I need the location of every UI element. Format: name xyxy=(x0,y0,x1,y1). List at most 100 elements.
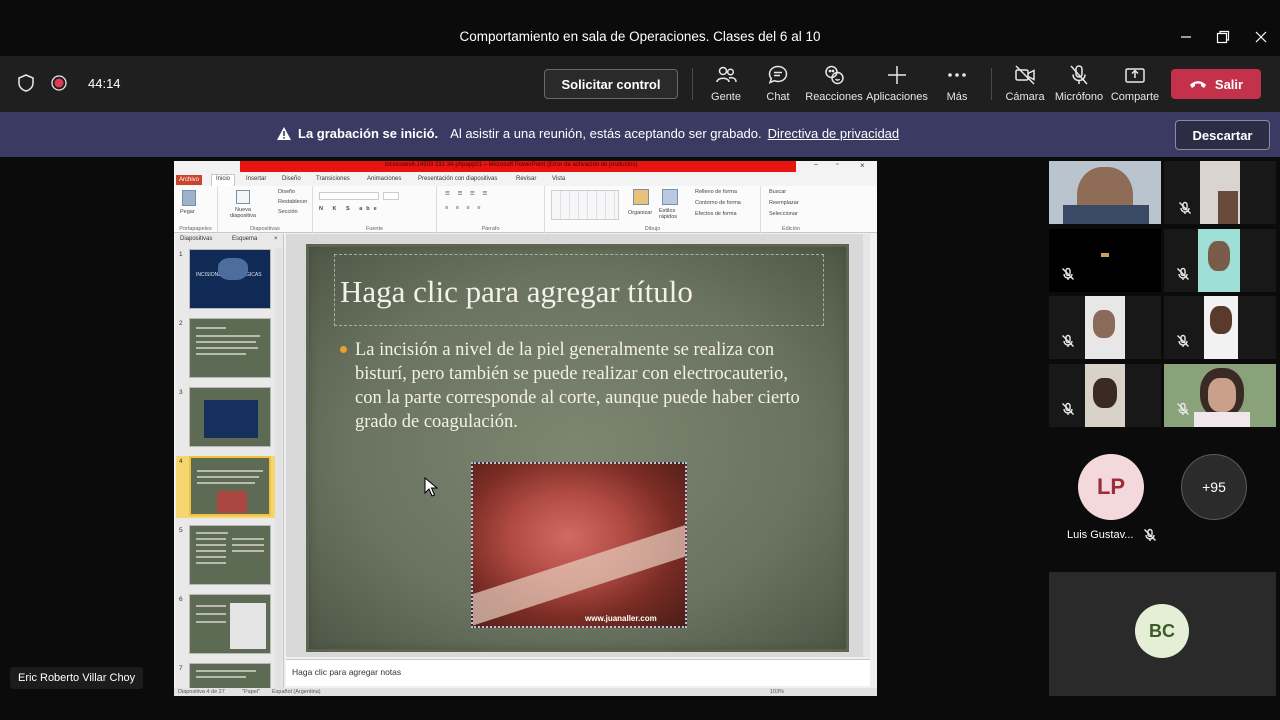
muted-indicator xyxy=(1178,201,1192,215)
muted-indicator xyxy=(1061,334,1075,348)
panel-tab-outline[interactable]: Esquema xyxy=(232,236,257,242)
ppt-close-icon: × xyxy=(860,161,865,170)
align-buttons[interactable]: ≡ ≡ ≡ ≡ xyxy=(445,205,483,211)
slide-thumbnail-row[interactable]: 2 xyxy=(176,318,276,380)
slide-thumbnail-selected[interactable] xyxy=(189,456,271,516)
minimize-button[interactable] xyxy=(1172,24,1200,50)
slide-body-text[interactable]: La incisión a nivel de la piel generalme… xyxy=(355,338,805,434)
list-buttons[interactable]: ☰ ☰ ☰ ☰ xyxy=(445,191,490,197)
slide-count: Diapositiva 4 de 27 xyxy=(178,689,225,695)
slide-thumbnail[interactable] xyxy=(189,387,271,447)
participant-video xyxy=(1218,191,1238,224)
share-icon xyxy=(1125,68,1145,83)
mic-off-icon xyxy=(1179,201,1191,214)
restore-icon xyxy=(1216,30,1230,44)
layout-label: Diseño xyxy=(278,189,296,195)
ppt-tab-insertar: Insertar xyxy=(246,176,267,182)
participant-video-tile[interactable] xyxy=(1049,161,1161,224)
mic-off-icon xyxy=(1062,334,1074,347)
recording-message: La grabación se inició. Al asistir a una… xyxy=(276,126,899,141)
slide-thumbnail[interactable]: INCISIONES QUIRÚRGICAS xyxy=(189,249,271,309)
more-button[interactable]: Más xyxy=(924,64,990,106)
participant-video-tile[interactable] xyxy=(1049,364,1161,427)
font-format-buttons[interactable]: N K S abe xyxy=(319,206,381,212)
participant-video xyxy=(1101,253,1109,257)
slide-thumbnail-row[interactable]: 3 xyxy=(176,387,276,449)
self-video-tile[interactable]: BC xyxy=(1049,572,1276,696)
reactions-button[interactable]: Reacciones xyxy=(801,64,867,106)
meeting-status: 44:14 xyxy=(16,73,121,93)
slide-title[interactable]: Haga clic para agregar título xyxy=(340,274,693,310)
slide-thumbnail-row[interactable]: 1 INCISIONES QUIRÚRGICAS xyxy=(176,249,276,311)
leave-button[interactable]: Salir xyxy=(1171,69,1261,99)
close-window-button[interactable] xyxy=(1247,24,1275,50)
panel-close-icon[interactable]: × xyxy=(274,236,278,242)
plus-icon xyxy=(888,66,906,84)
participant-video-tile[interactable] xyxy=(1164,161,1276,224)
ribbon-group-font: N K S abe Fuente xyxy=(313,186,437,233)
close-icon xyxy=(1255,31,1267,43)
ppt-file-tab: Archivo xyxy=(176,175,202,185)
zoom-level[interactable]: 103% xyxy=(770,689,784,695)
request-control-button[interactable]: Solicitar control xyxy=(544,69,678,99)
slide-thumbnail[interactable] xyxy=(189,663,271,689)
chat-label: Chat xyxy=(766,91,790,103)
notes-pane[interactable]: Haga clic para agregar notas xyxy=(286,659,870,686)
slide-thumbnail-row[interactable]: 5 xyxy=(176,525,276,587)
participant-video xyxy=(1208,378,1236,412)
more-participants-button[interactable]: +95 xyxy=(1181,454,1247,520)
chat-icon xyxy=(768,65,788,84)
muted-indicator xyxy=(1061,402,1075,416)
section-label: Sección xyxy=(278,209,298,215)
surgical-incision-image[interactable]: www.juanaller.com xyxy=(471,462,687,628)
current-slide[interactable]: Haga clic para agregar título La incisió… xyxy=(306,244,849,652)
panel-tab-slides[interactable]: Diapositivas xyxy=(180,236,212,242)
participant-video-tile[interactable] xyxy=(1164,296,1276,359)
font-size-field[interactable] xyxy=(383,192,399,200)
slide-thumbnail-row[interactable]: 6 xyxy=(176,594,276,656)
participant-video xyxy=(1093,310,1115,338)
thumbnail-number: 1 xyxy=(179,251,183,258)
slide-scrollbar[interactable] xyxy=(863,234,870,657)
shape-effects-label: Efectos de forma xyxy=(695,211,737,217)
slide-thumbnail-panel: Diapositivas Esquema × 1 INCISIONES QUIR… xyxy=(176,234,284,689)
restore-button[interactable] xyxy=(1209,24,1237,50)
slide-thumbnail[interactable] xyxy=(189,525,271,585)
warning-icon xyxy=(277,127,291,140)
shapes-gallery[interactable] xyxy=(551,190,619,220)
new-slide-icon xyxy=(236,190,250,204)
slide-editor: Haga clic para agregar título La incisió… xyxy=(286,234,870,657)
apps-button[interactable]: Aplicaciones xyxy=(864,64,930,106)
privacy-policy-link[interactable]: Directiva de privacidad xyxy=(768,126,900,141)
dismiss-button[interactable]: Descartar xyxy=(1175,120,1270,150)
slide-thumbnail[interactable] xyxy=(189,594,271,654)
participant-video-tile[interactable] xyxy=(1049,296,1161,359)
participant-video-tile[interactable] xyxy=(1164,229,1276,292)
muted-indicator xyxy=(1176,267,1190,281)
slide-thumbnail[interactable] xyxy=(189,318,271,378)
participant-video-tile[interactable] xyxy=(1164,364,1276,427)
muted-indicator xyxy=(1176,402,1190,416)
participant-video-tile[interactable] xyxy=(1049,229,1161,292)
ppt-window-title: incisiones6-14503 231 34-phpapp01 – Micr… xyxy=(385,162,638,168)
font-name-field[interactable] xyxy=(319,192,379,200)
image-watermark: www.juanaller.com xyxy=(585,614,657,623)
slide-thumbnail-row-selected[interactable]: 4 xyxy=(176,456,276,518)
mouse-cursor-icon xyxy=(424,477,438,497)
leave-label: Salir xyxy=(1214,76,1244,92)
share-button[interactable]: Comparte xyxy=(1102,64,1168,106)
meeting-toolbar: 44:14 Solicitar control Gente Chat Reacc… xyxy=(0,56,1280,112)
panel-scrollbar[interactable] xyxy=(275,248,282,688)
participant-avatar[interactable]: LP xyxy=(1078,454,1144,520)
phone-hangup-icon xyxy=(1189,81,1206,88)
recording-banner: La grabación se inició. Al asistir a una… xyxy=(0,112,1280,157)
arrange-label: Organizar xyxy=(628,210,653,216)
slide-thumbnail-row[interactable]: 7 xyxy=(176,663,276,689)
quick-styles-label: Estilos rápidos xyxy=(659,208,678,220)
arrange-icon xyxy=(633,189,649,205)
people-icon xyxy=(716,66,737,83)
ppt-ribbon: Pegar Portapapeles Nueva diapositiva Dis… xyxy=(174,186,877,233)
thumbnail-number: 4 xyxy=(179,458,183,465)
group-name-font: Fuente xyxy=(365,226,384,232)
mic-off-icon xyxy=(1070,65,1088,85)
